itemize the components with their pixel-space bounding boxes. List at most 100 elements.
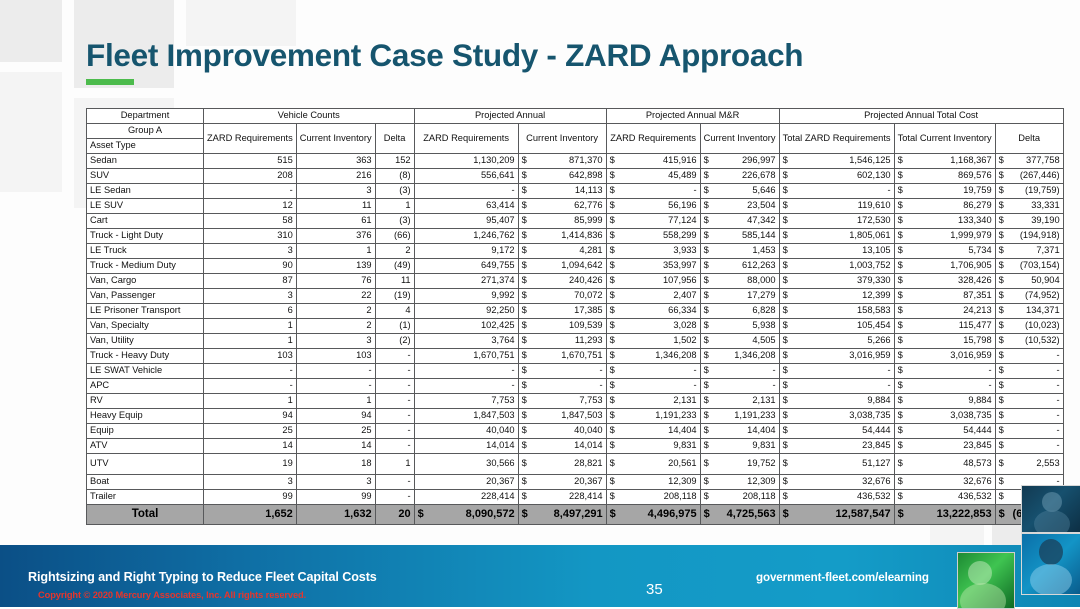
projected-annual-zard-cell: 30,566	[413, 453, 519, 475]
cell-value: 9,831	[752, 440, 776, 451]
cell-value: 1,414,836	[561, 230, 603, 241]
currency-symbol: $	[897, 458, 903, 469]
cell-value: -	[887, 365, 891, 376]
vehicle-count-delta-cell: -	[374, 423, 415, 439]
vehicle-count-delta-cell: (8)	[374, 168, 415, 184]
mr-zard-cell: $558,299	[605, 228, 701, 244]
mr-zard-cell: $353,997	[605, 258, 701, 274]
vehicle-count-zard-cell: 1	[203, 318, 297, 334]
mr-zard-cell: $1,502	[605, 333, 701, 349]
asset-type-cell: Sedan	[86, 153, 204, 169]
currency-symbol: $	[703, 290, 709, 301]
cell-value: 5,646	[752, 185, 776, 196]
currency-symbol: $	[609, 476, 615, 487]
currency-symbol: $	[782, 275, 788, 286]
table-row: Cart 58 61 (3) 95,407 $85,999 $77,124 $47,342 $1…	[86, 213, 1064, 229]
cell-value: 107,956	[662, 275, 697, 286]
currency-symbol: $	[782, 365, 788, 376]
currency-symbol: $	[609, 245, 615, 256]
cell-value: 17,385	[574, 305, 603, 316]
currency-symbol: $	[521, 491, 527, 502]
cell-value: 2,131	[752, 395, 776, 406]
vehicle-count-zard-cell: -	[203, 363, 297, 379]
vehicle-count-zard-cell: 3	[203, 243, 297, 259]
currency-symbol: $	[782, 320, 788, 331]
total-cost-delta-cell: $ (267,446)	[994, 168, 1064, 184]
cell-value: 85,999	[574, 215, 603, 226]
currency-symbol: $	[521, 380, 527, 391]
currency-symbol: $	[609, 365, 615, 376]
total-cost-delta-cell: $33,331	[994, 198, 1064, 214]
vehicle-count-zard-cell: 90	[203, 258, 297, 274]
table-row: Truck - Heavy Duty 103 103-1,670,751 $1,670…	[86, 348, 1064, 364]
cell-value: 7,753	[579, 395, 603, 406]
currency-symbol: $	[782, 440, 788, 451]
bg-square	[0, 0, 62, 62]
projected-annual-zard-cell: -	[413, 378, 519, 394]
mr-zard-cell: $1,191,233	[605, 408, 701, 424]
vehicle-count-delta-cell: (49)	[374, 258, 415, 274]
currency-symbol: $	[998, 305, 1004, 316]
cell-value: -	[1056, 425, 1060, 436]
projected-annual-zard-cell: 271,374	[413, 273, 519, 289]
total-cost-zard-cell: $119,610	[778, 198, 895, 214]
cell-value: 66,334	[668, 305, 697, 316]
currency-symbol: $	[897, 275, 903, 286]
currency-symbol: $	[703, 245, 709, 256]
asset-type-cell: LE SWAT Vehicle	[86, 363, 204, 379]
vehicle-count-inventory-cell: 376	[295, 228, 376, 244]
cell-value: 133,340	[958, 215, 992, 226]
cell-value: 2,131	[673, 395, 697, 406]
vehicle-count-inventory-cell: 76	[295, 273, 376, 289]
corner-asset-type: Asset Type	[86, 138, 204, 154]
total-cost-delta-cell: $2,553	[994, 453, 1064, 475]
cell-value: 47,342	[747, 215, 776, 226]
cell-value: 612,263	[741, 260, 776, 271]
presenter-video-tile-green[interactable]	[957, 552, 1015, 609]
cell-value: 32,676	[862, 476, 891, 487]
currency-symbol: $	[521, 440, 527, 451]
projected-annual-inventory-cell: $62,776	[517, 198, 607, 214]
vehicle-count-inventory-cell: -	[295, 378, 376, 394]
projected-annual-zard-cell: 228,414	[413, 489, 519, 505]
total-cost-delta-cell: $-	[994, 378, 1064, 394]
currency-symbol: $	[609, 320, 615, 331]
attendee-video-tile[interactable]	[1021, 533, 1080, 595]
col-header-pa-zard: ZARD Requirements	[413, 123, 519, 154]
projected-annual-zard-cell: 649,755	[413, 258, 519, 274]
total-cost-inventory-cell: $48,573	[893, 453, 996, 475]
total-mr-zard-cell: $4,496,975	[605, 504, 701, 525]
presenter-video-tile-dark[interactable]	[1021, 485, 1080, 533]
table-head: Department Vehicle Counts Projected Annu…	[86, 108, 1064, 154]
mr-zard-cell: $45,489	[605, 168, 701, 184]
currency-symbol: $	[782, 410, 788, 421]
vehicle-count-inventory-cell: 94	[295, 408, 376, 424]
total-cost-inventory-cell: $15,798	[893, 333, 996, 349]
currency-symbol: $	[703, 200, 709, 211]
mr-inventory-cell: $6,828	[699, 303, 780, 319]
table-row: Van, Passenger 3 22 (19) 9,992 $70,072 $2,407 $…	[86, 288, 1064, 304]
mr-zard-cell: $20,561	[605, 453, 701, 475]
table-row: Truck - Light Duty 310 376 (66) 1,246,762 $1,…	[86, 228, 1064, 244]
page-title: Fleet Improvement Case Study - ZARD Appr…	[86, 37, 804, 73]
cell-value: 12,587,547	[835, 508, 891, 520]
vehicle-count-delta-cell: -	[374, 378, 415, 394]
cell-value: -	[1056, 440, 1060, 451]
cell-value: 436,532	[958, 491, 992, 502]
mr-inventory-cell: $17,279	[699, 288, 780, 304]
total-cost-zard-cell: $12,399	[778, 288, 895, 304]
total-cost-zard-cell: $1,003,752	[778, 258, 895, 274]
currency-symbol: $	[521, 185, 527, 196]
currency-symbol: $	[782, 215, 788, 226]
table-row: Van, Utility 1 3 (2) 3,764 $11,293 $1,502 $4,50…	[86, 333, 1064, 349]
mr-inventory-cell: $4,505	[699, 333, 780, 349]
cell-value: 1,453	[752, 245, 776, 256]
cell-value: 1,191,233	[734, 410, 776, 421]
table-row: Trailer 99 99-228,414 $228,414 $208,118 $208,…	[86, 489, 1064, 505]
cell-value: 296,997	[741, 155, 776, 166]
group-header-row: Department Vehicle Counts Projected Annu…	[86, 108, 1064, 124]
asset-type-cell: Trailer	[86, 489, 204, 505]
currency-symbol: $	[703, 215, 709, 226]
currency-symbol: $	[998, 230, 1004, 241]
asset-type-cell: ATV	[86, 438, 204, 454]
